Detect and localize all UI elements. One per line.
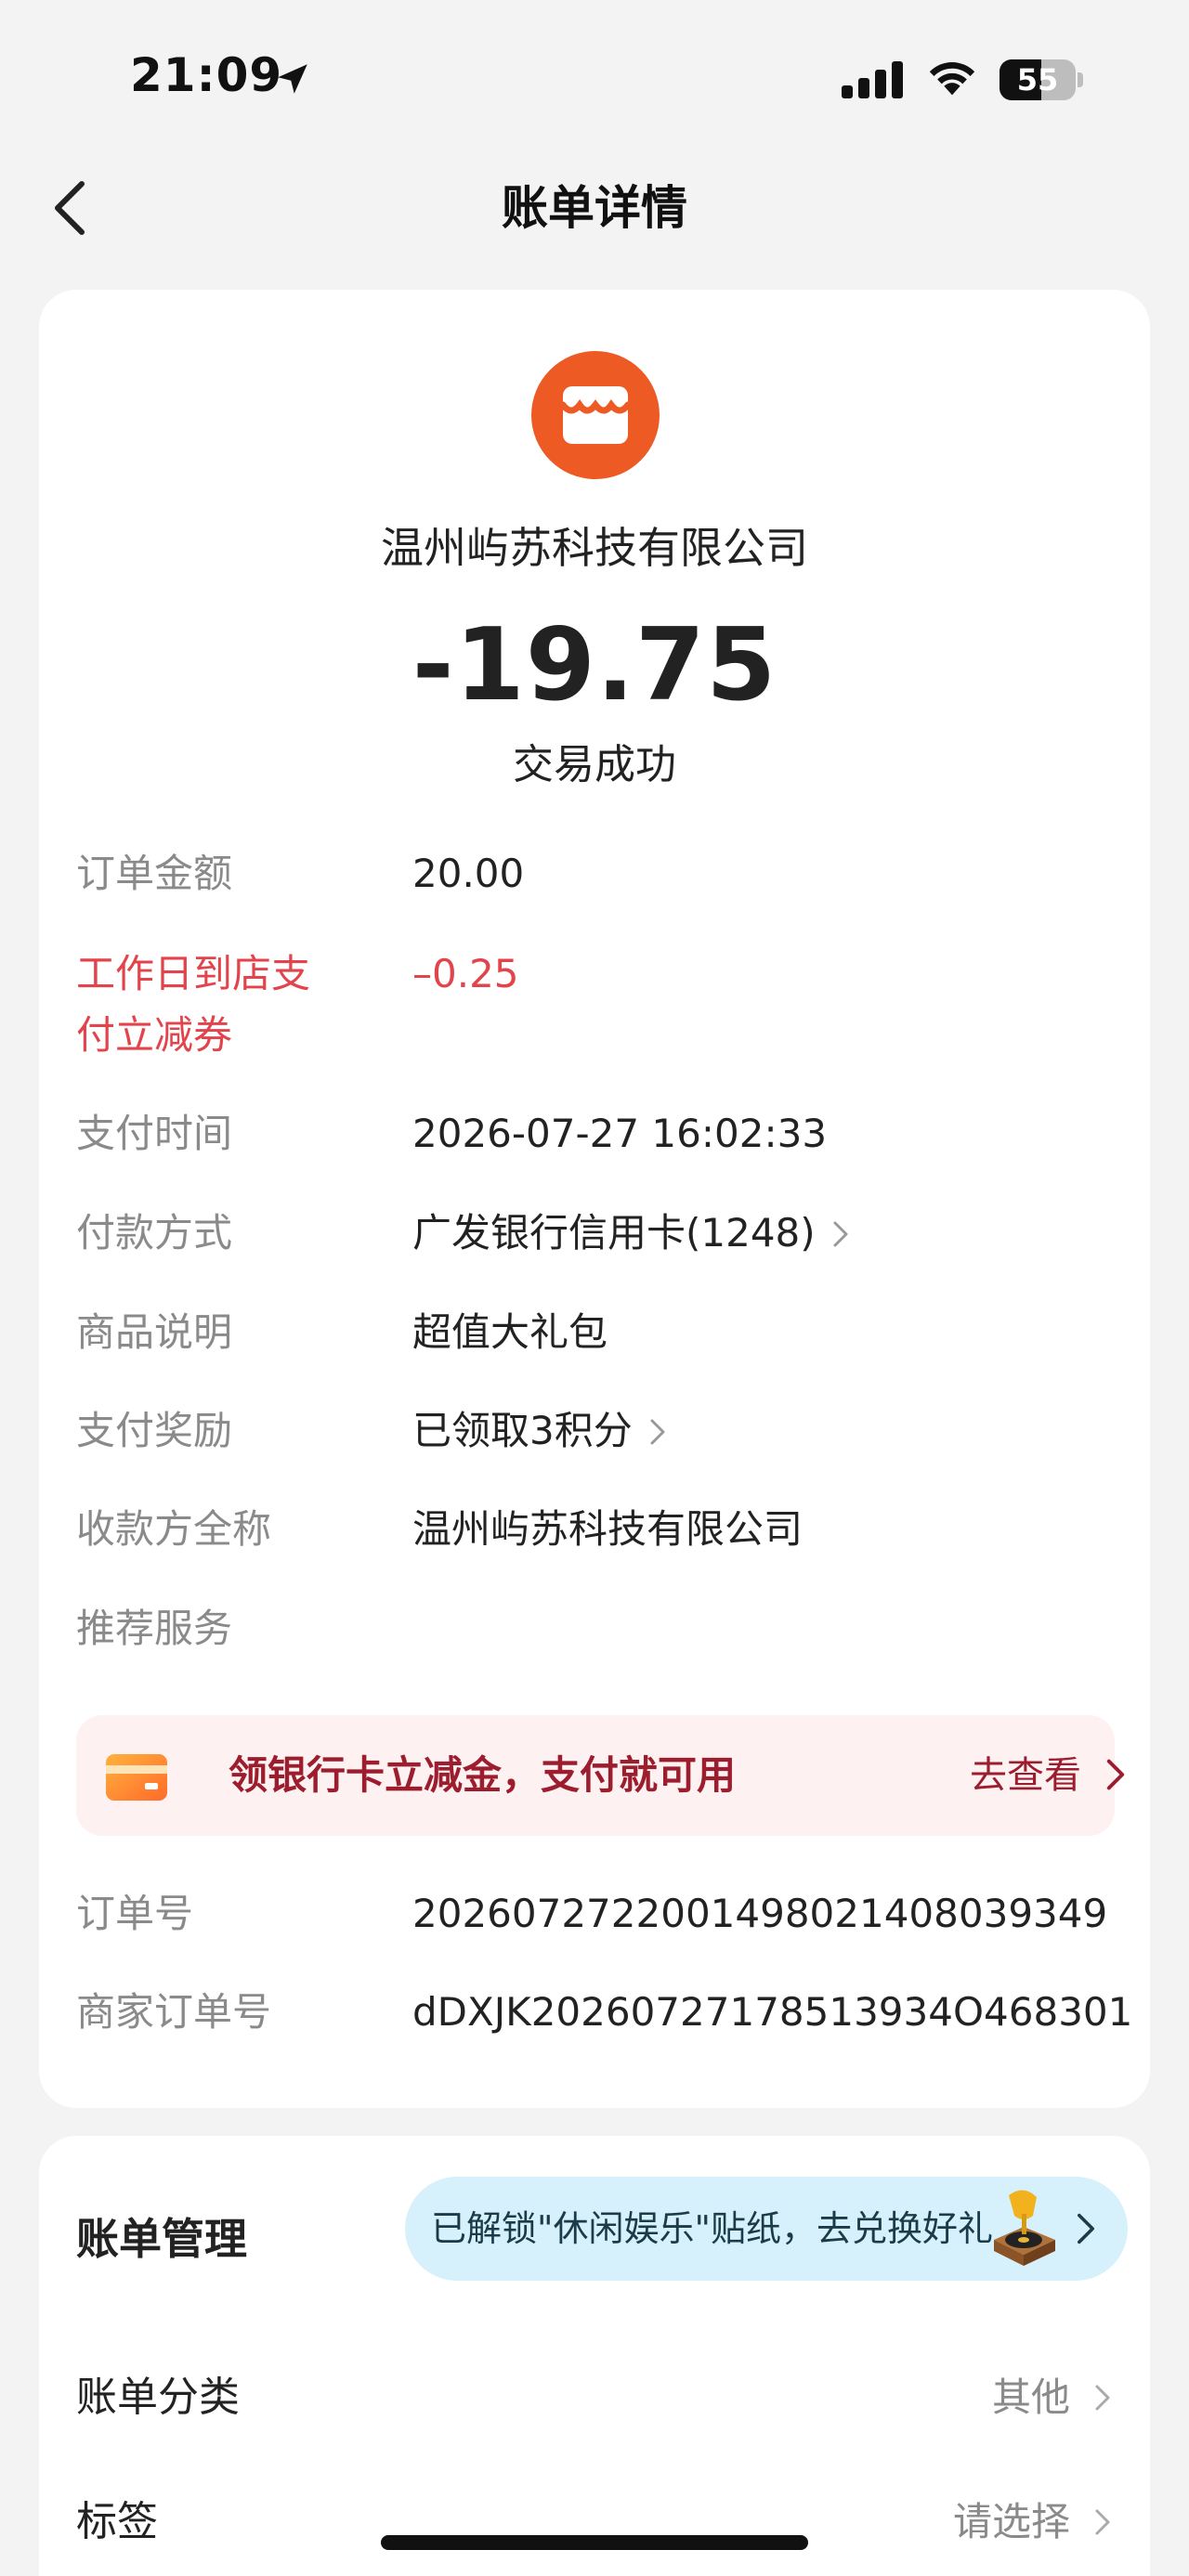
- chevron-right-icon: [1106, 1759, 1125, 1790]
- gramophone-sticker-icon: [994, 2190, 1055, 2266]
- discount-label: 工作日到店支付立减券: [76, 951, 311, 1058]
- store-icon: [559, 386, 632, 444]
- order-amount-label: 订单金额: [76, 851, 233, 896]
- order-no-value[interactable]: 2026072722001498021408039349: [412, 1883, 1107, 1945]
- cellular-signal-icon: [842, 61, 903, 98]
- transaction-status: 交易成功: [513, 741, 676, 788]
- promo-text: 领银行卡立减金，支付就可用: [229, 1752, 737, 1798]
- bill-category-value: 其他: [991, 2374, 1070, 2420]
- pay-time-label: 支付时间: [76, 1111, 233, 1156]
- battery-body: 55: [1000, 59, 1076, 100]
- merchant-order-no-label: 商家订单号: [76, 1989, 272, 2035]
- payment-method-label: 付款方式: [76, 1210, 233, 1255]
- battery-indicator: 55: [1000, 59, 1083, 100]
- bill-category-row[interactable]: 账单分类 其他: [76, 2361, 1117, 2435]
- status-bar: 21:09 55: [0, 0, 1189, 158]
- reward-value[interactable]: 已领取3积分: [412, 1400, 666, 1462]
- battery-level: 55: [1016, 62, 1059, 98]
- payee-label: 收款方全称: [76, 1506, 272, 1552]
- payment-method-text: 广发银行信用卡(1248): [412, 1210, 816, 1255]
- transaction-amount: -19.75: [412, 607, 777, 723]
- bank-card-promo-banner[interactable]: 领银行卡立减金，支付就可用 去查看: [76, 1715, 1125, 1836]
- battery-cap: [1078, 72, 1083, 87]
- merchant-logo: [531, 351, 660, 479]
- product-desc-label: 商品说明: [76, 1309, 233, 1355]
- chevron-right-icon: [1095, 2509, 1110, 2535]
- pay-time-value: 2026-07-27 16:02:33: [412, 1111, 828, 1156]
- chevron-right-icon: [1095, 2385, 1110, 2411]
- bill-management-card: 账单管理 已解锁"休闲娱乐"贴纸，去兑换好礼 账单分类 其他 标签 请选择: [39, 2136, 1150, 2576]
- order-no-label: 订单号: [76, 1891, 194, 1936]
- bill-detail-card: 温州屿苏科技有限公司 -19.75 交易成功 订单金额 20.00 工作日到店支…: [39, 290, 1150, 2108]
- tags-value: 请选择: [952, 2499, 1070, 2544]
- wifi-icon: [929, 62, 975, 96]
- tags-label: 标签: [76, 2498, 158, 2545]
- order-amount-value: 20.00: [412, 851, 525, 896]
- chevron-right-icon: [650, 1419, 665, 1445]
- reward-text: 已领取3积分: [412, 1408, 633, 1453]
- page-title: 账单详情: [502, 181, 687, 235]
- location-arrow-icon: [278, 64, 307, 94]
- sticker-reward-pill[interactable]: 已解锁"休闲娱乐"贴纸，去兑换好礼: [405, 2177, 1128, 2281]
- recommend-label: 推荐服务: [76, 1606, 233, 1651]
- chevron-right-icon: [1078, 2213, 1094, 2244]
- merchant-order-no-value[interactable]: dDXJK20260727178513934O468301: [412, 1982, 1132, 2043]
- payment-method-value[interactable]: 广发银行信用卡(1248): [412, 1203, 849, 1264]
- status-time: 21:09: [130, 48, 283, 102]
- home-indicator[interactable]: [381, 2535, 808, 2550]
- reward-label: 支付奖励: [76, 1408, 233, 1453]
- discount-value: –0.25: [412, 951, 519, 996]
- payee-value: 温州屿苏科技有限公司: [412, 1506, 804, 1552]
- bill-management-title: 账单管理: [76, 2214, 247, 2264]
- bank-card-icon: [106, 1754, 167, 1801]
- promo-view-link[interactable]: 去查看: [970, 1745, 1081, 1806]
- bill-category-label: 账单分类: [76, 2374, 240, 2421]
- sticker-reward-text: 已解锁"休闲娱乐"贴纸，去兑换好礼: [431, 2208, 993, 2249]
- product-desc-value: 超值大礼包: [412, 1309, 608, 1355]
- merchant-name: 温州屿苏科技有限公司: [381, 523, 808, 573]
- chevron-right-icon: [833, 1221, 848, 1247]
